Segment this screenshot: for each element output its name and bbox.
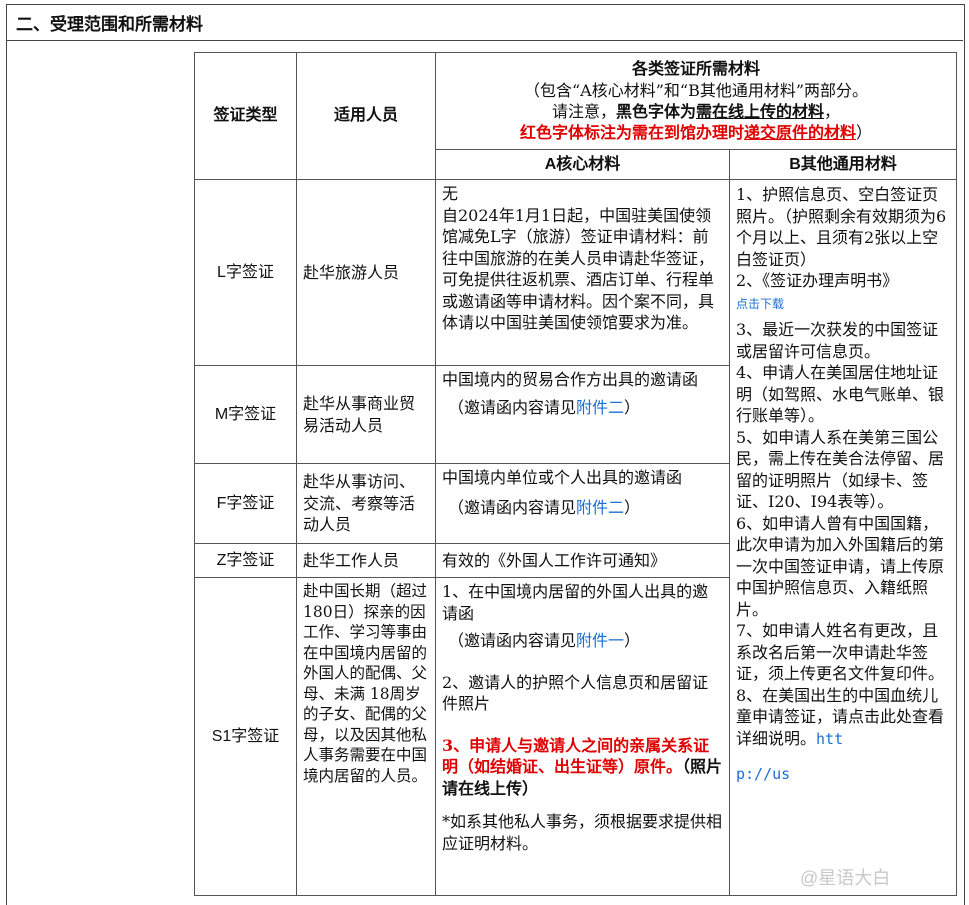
common-item-3: 3、最近一次获发的中国签证或居留许可信息页。 [736,320,939,361]
applicant-f: 赴华从事访问、交流、考察等活动人员 [296,463,436,544]
details-link-part1[interactable]: htt [816,730,843,748]
visa-type-z: Z字签证 [194,543,297,578]
core-l: 无 自2024年1月1日起，中国驻美国使领馆减免L字（旅游）签证申请材料：前往中… [435,179,730,366]
visa-type-f: F字签证 [194,463,297,544]
common-item-4: 4、申请人在美国居住地址证明（如驾照、水电气账单、银行账单等）。 [736,363,945,425]
visa-type-s1: S1字签证 [194,577,297,896]
section-title: 二、受理范围和所需材料 [16,15,203,34]
core-m: 中国境内的贸易合作方出具的邀请函 （邀请函内容请见附件二） [435,365,730,464]
attachment-2-link-f[interactable]: 附件二 [576,498,624,517]
core-f: 中国境内单位或个人出具的邀请函 （邀请函内容请见附件二） [435,463,730,544]
attachment-1-link[interactable]: 附件一 [576,631,624,650]
visa-type-m: M字签证 [194,365,297,464]
materials-line2: 请注意，黑色字体为需在线上传的材料， [551,102,841,121]
common-item-2: 2、《签证办理声明书》 [736,271,899,290]
materials-title: 各类签证所需材料 [632,61,761,78]
applicant-m: 赴华从事商业贸易活动人员 [296,365,436,464]
attachment-2-link-m[interactable]: 附件二 [576,398,624,417]
download-link[interactable]: 点击下载 [736,294,950,316]
visa-type-l: L字签证 [194,179,297,366]
header-applicants: 适用人员 [296,52,436,180]
materials-line1: （包含“A核心材料”和“B其他通用材料”两部分。 [523,81,869,100]
common-item-1: 1、护照信息页、空白签证页照片。（护照剩余有效期须为6个月以上、且须有2张以上空… [736,185,947,269]
core-s1: 1、在中国境内居留的外国人出具的邀请函 （邀请函内容请见附件一） 2、邀请人的护… [435,577,730,896]
common-item-5: 5、如申请人系在美第三国公民，需上传在美合法停留、居留的证明照片（如绿卡、签证、… [736,427,945,512]
common-materials: 1、护照信息页、空白签证页照片。（护照剩余有效期须为6个月以上、且须有2张以上空… [728,179,958,896]
applicant-s1: 赴中国长期（超过180日）探亲的因工作、学习等事由在中国境内居留的外国人的配偶、… [296,577,436,896]
header-materials: 各类签证所需材料 （包含“A核心材料”和“B其他通用材料”两部分。 请注意，黑色… [434,52,958,150]
applicant-l: 赴华旅游人员 [296,179,436,366]
core-z: 有效的《外国人工作许可通知》 [435,543,730,578]
common-item-7: 7、如申请人姓名有更改，且系改名后第一次申请赴华签证，须上传更名文件复印件。 [736,621,945,683]
header-col-b: B其他通用材料 [728,149,958,180]
watermark: @星语大白 [800,868,891,888]
details-link-part2[interactable]: p://us [736,764,950,786]
common-item-8: 8、在美国出生的中国血统儿童申请签证，请点击此处查看详细说明。htt [736,685,945,748]
materials-table: 签证类型 适用人员 各类签证所需材料 （包含“A核心材料”和“B其他通用材料”两… [194,52,958,896]
section-header: 二、受理范围和所需材料 [6,4,963,41]
header-visa-type: 签证类型 [194,52,297,180]
header-col-a: A核心材料 [435,149,730,180]
row-l: L字签证 赴华旅游人员 无 自2024年1月1日起，中国驻美国使领馆减免L字（旅… [194,179,958,896]
applicant-z: 赴华工作人员 [296,543,436,578]
common-item-6: 6、如申请人曾有中国国籍，此次申请为加入外国籍后的第一次中国签证申请，请上传原中… [736,513,945,619]
materials-line3: 红色字体标注为需在到馆办理时递交原件的材料） [519,123,873,142]
